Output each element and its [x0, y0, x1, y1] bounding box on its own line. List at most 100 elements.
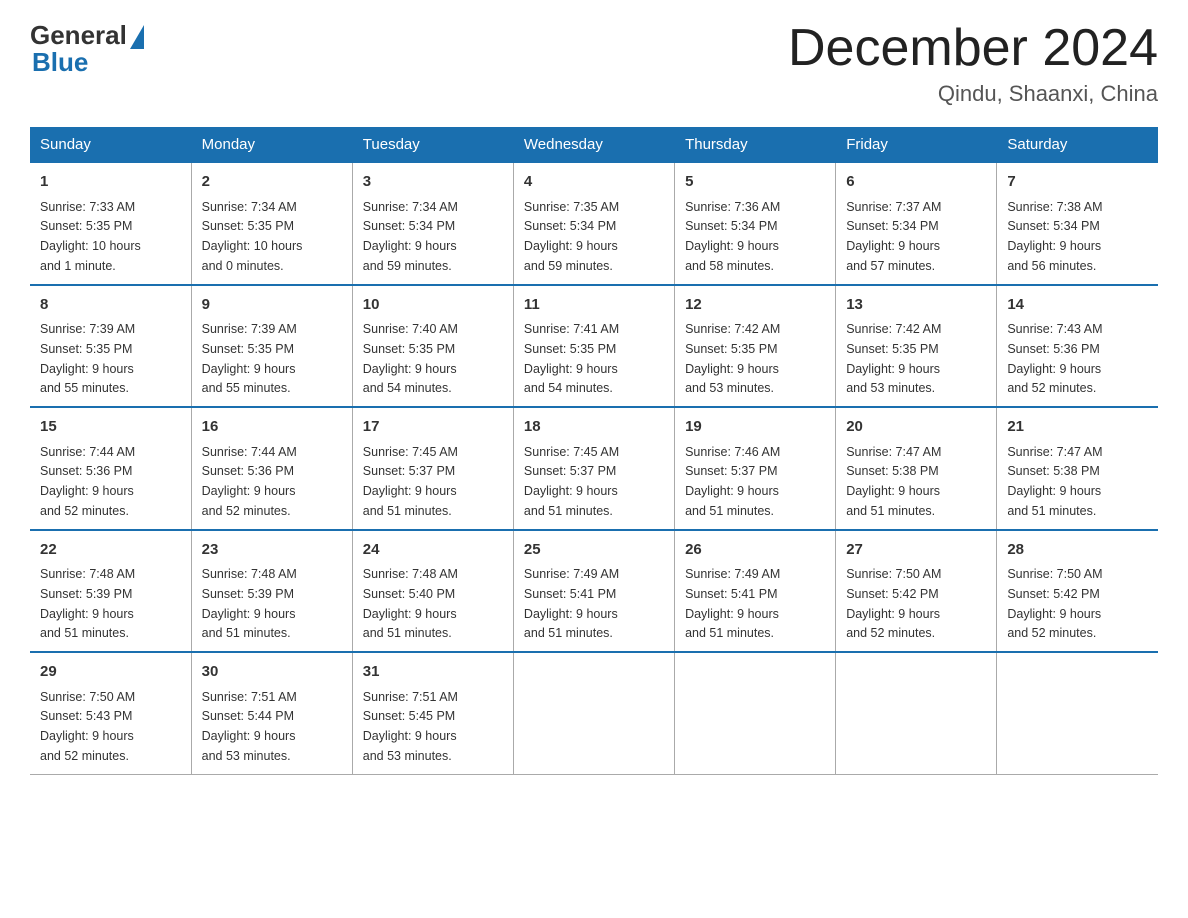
calendar-cell: 21 Sunrise: 7:47 AMSunset: 5:38 PMDayligh…: [997, 407, 1158, 530]
day-number: 10: [363, 294, 503, 317]
header-monday: Monday: [191, 128, 352, 163]
day-info: Sunrise: 7:46 AMSunset: 5:37 PMDaylight:…: [685, 445, 780, 518]
calendar-header-row: SundayMondayTuesdayWednesdayThursdayFrid…: [30, 128, 1158, 163]
day-info: Sunrise: 7:35 AMSunset: 5:34 PMDaylight:…: [524, 200, 619, 273]
day-info: Sunrise: 7:45 AMSunset: 5:37 PMDaylight:…: [363, 445, 458, 518]
day-number: 31: [363, 661, 503, 684]
day-info: Sunrise: 7:43 AMSunset: 5:36 PMDaylight:…: [1007, 322, 1102, 395]
day-number: 21: [1007, 416, 1148, 439]
day-number: 4: [524, 171, 664, 194]
calendar-cell: 20 Sunrise: 7:47 AMSunset: 5:38 PMDayligh…: [836, 407, 997, 530]
day-number: 29: [40, 661, 181, 684]
day-number: 15: [40, 416, 181, 439]
calendar-cell: 1 Sunrise: 7:33 AMSunset: 5:35 PMDaylight…: [30, 162, 191, 285]
header-wednesday: Wednesday: [513, 128, 674, 163]
day-number: 28: [1007, 539, 1148, 562]
calendar-cell: [675, 652, 836, 774]
day-info: Sunrise: 7:49 AMSunset: 5:41 PMDaylight:…: [685, 567, 780, 640]
calendar-cell: 6Sunrise: 7:37 AMSunset: 5:34 PMDaylight…: [836, 162, 997, 285]
logo: General Blue: [30, 20, 144, 78]
day-number: 19: [685, 416, 825, 439]
day-info: Sunrise: 7:50 AMSunset: 5:43 PMDaylight:…: [40, 690, 135, 763]
day-info: Sunrise: 7:37 AMSunset: 5:34 PMDaylight:…: [846, 200, 941, 273]
day-info: Sunrise: 7:39 AMSunset: 5:35 PMDaylight:…: [40, 322, 135, 395]
day-number: 13: [846, 294, 986, 317]
day-info: Sunrise: 7:50 AMSunset: 5:42 PMDaylight:…: [1007, 567, 1102, 640]
day-info: Sunrise: 7:42 AMSunset: 5:35 PMDaylight:…: [685, 322, 780, 395]
day-number: 7: [1007, 171, 1148, 194]
location-subtitle: Qindu, Shaanxi, China: [788, 81, 1158, 107]
day-info: Sunrise: 7:51 AMSunset: 5:45 PMDaylight:…: [363, 690, 458, 763]
calendar-cell: 23 Sunrise: 7:48 AMSunset: 5:39 PMDayligh…: [191, 530, 352, 653]
day-number: 18: [524, 416, 664, 439]
day-number: 17: [363, 416, 503, 439]
calendar-cell: 15 Sunrise: 7:44 AMSunset: 5:36 PMDayligh…: [30, 407, 191, 530]
day-number: 12: [685, 294, 825, 317]
day-number: 1: [40, 171, 181, 194]
day-number: 20: [846, 416, 986, 439]
day-info: Sunrise: 7:50 AMSunset: 5:42 PMDaylight:…: [846, 567, 941, 640]
calendar-cell: [836, 652, 997, 774]
day-number: 9: [202, 294, 342, 317]
calendar-cell: 3Sunrise: 7:34 AMSunset: 5:34 PMDaylight…: [352, 162, 513, 285]
day-info: Sunrise: 7:48 AMSunset: 5:40 PMDaylight:…: [363, 567, 458, 640]
day-info: Sunrise: 7:33 AMSunset: 5:35 PMDaylight:…: [40, 200, 141, 273]
calendar-cell: [997, 652, 1158, 774]
page-header: General Blue December 2024 Qindu, Shaanx…: [30, 20, 1158, 107]
calendar-cell: [513, 652, 674, 774]
day-number: 11: [524, 294, 664, 317]
calendar-cell: 11 Sunrise: 7:41 AMSunset: 5:35 PMDayligh…: [513, 285, 674, 408]
header-saturday: Saturday: [997, 128, 1158, 163]
day-info: Sunrise: 7:44 AMSunset: 5:36 PMDaylight:…: [40, 445, 135, 518]
title-section: December 2024 Qindu, Shaanxi, China: [788, 20, 1158, 107]
week-row-4: 22Sunrise: 7:48 AMSunset: 5:39 PMDayligh…: [30, 530, 1158, 653]
day-info: Sunrise: 7:42 AMSunset: 5:35 PMDaylight:…: [846, 322, 941, 395]
day-number: 30: [202, 661, 342, 684]
calendar-cell: 22Sunrise: 7:48 AMSunset: 5:39 PMDayligh…: [30, 530, 191, 653]
calendar-cell: 7 Sunrise: 7:38 AMSunset: 5:34 PMDaylight…: [997, 162, 1158, 285]
day-info: Sunrise: 7:48 AMSunset: 5:39 PMDaylight:…: [40, 567, 135, 640]
calendar-cell: 31 Sunrise: 7:51 AMSunset: 5:45 PMDayligh…: [352, 652, 513, 774]
calendar-cell: 12 Sunrise: 7:42 AMSunset: 5:35 PMDayligh…: [675, 285, 836, 408]
week-row-3: 15 Sunrise: 7:44 AMSunset: 5:36 PMDayligh…: [30, 407, 1158, 530]
calendar-cell: 27Sunrise: 7:50 AMSunset: 5:42 PMDayligh…: [836, 530, 997, 653]
day-info: Sunrise: 7:38 AMSunset: 5:34 PMDaylight:…: [1007, 200, 1102, 273]
calendar-cell: 5Sunrise: 7:36 AMSunset: 5:34 PMDaylight…: [675, 162, 836, 285]
header-tuesday: Tuesday: [352, 128, 513, 163]
logo-triangle-icon: [130, 25, 144, 49]
calendar-cell: 25 Sunrise: 7:49 AMSunset: 5:41 PMDayligh…: [513, 530, 674, 653]
day-number: 25: [524, 539, 664, 562]
day-info: Sunrise: 7:48 AMSunset: 5:39 PMDaylight:…: [202, 567, 297, 640]
calendar-cell: 26 Sunrise: 7:49 AMSunset: 5:41 PMDayligh…: [675, 530, 836, 653]
day-info: Sunrise: 7:47 AMSunset: 5:38 PMDaylight:…: [846, 445, 941, 518]
day-number: 2: [202, 171, 342, 194]
week-row-1: 1 Sunrise: 7:33 AMSunset: 5:35 PMDaylight…: [30, 162, 1158, 285]
day-number: 8: [40, 294, 181, 317]
calendar-cell: 16 Sunrise: 7:44 AMSunset: 5:36 PMDayligh…: [191, 407, 352, 530]
header-sunday: Sunday: [30, 128, 191, 163]
calendar-cell: 4 Sunrise: 7:35 AMSunset: 5:34 PMDaylight…: [513, 162, 674, 285]
day-number: 3: [363, 171, 503, 194]
day-info: Sunrise: 7:45 AMSunset: 5:37 PMDaylight:…: [524, 445, 619, 518]
week-row-2: 8 Sunrise: 7:39 AMSunset: 5:35 PMDaylight…: [30, 285, 1158, 408]
day-info: Sunrise: 7:39 AMSunset: 5:35 PMDaylight:…: [202, 322, 297, 395]
day-number: 26: [685, 539, 825, 562]
calendar-cell: 2Sunrise: 7:34 AMSunset: 5:35 PMDaylight…: [191, 162, 352, 285]
calendar-cell: 9 Sunrise: 7:39 AMSunset: 5:35 PMDaylight…: [191, 285, 352, 408]
calendar-cell: 17 Sunrise: 7:45 AMSunset: 5:37 PMDayligh…: [352, 407, 513, 530]
day-number: 14: [1007, 294, 1148, 317]
day-info: Sunrise: 7:41 AMSunset: 5:35 PMDaylight:…: [524, 322, 619, 395]
day-info: Sunrise: 7:51 AMSunset: 5:44 PMDaylight:…: [202, 690, 297, 763]
day-number: 16: [202, 416, 342, 439]
calendar-cell: 30 Sunrise: 7:51 AMSunset: 5:44 PMDayligh…: [191, 652, 352, 774]
day-number: 23: [202, 539, 342, 562]
day-info: Sunrise: 7:36 AMSunset: 5:34 PMDaylight:…: [685, 200, 780, 273]
calendar-cell: 13 Sunrise: 7:42 AMSunset: 5:35 PMDayligh…: [836, 285, 997, 408]
day-info: Sunrise: 7:49 AMSunset: 5:41 PMDaylight:…: [524, 567, 619, 640]
calendar-cell: 8 Sunrise: 7:39 AMSunset: 5:35 PMDaylight…: [30, 285, 191, 408]
calendar-cell: 24Sunrise: 7:48 AMSunset: 5:40 PMDayligh…: [352, 530, 513, 653]
day-info: Sunrise: 7:40 AMSunset: 5:35 PMDaylight:…: [363, 322, 458, 395]
day-info: Sunrise: 7:47 AMSunset: 5:38 PMDaylight:…: [1007, 445, 1102, 518]
day-info: Sunrise: 7:44 AMSunset: 5:36 PMDaylight:…: [202, 445, 297, 518]
header-thursday: Thursday: [675, 128, 836, 163]
